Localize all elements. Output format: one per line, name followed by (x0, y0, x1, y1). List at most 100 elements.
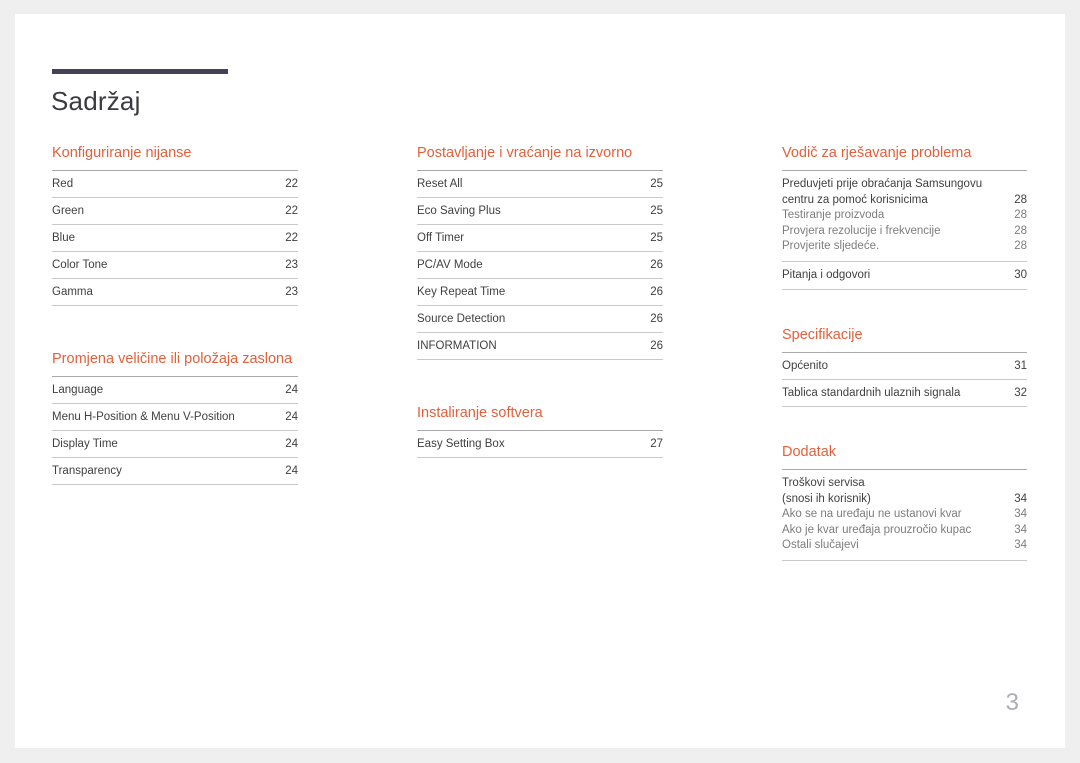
toc-subentry-row[interactable]: Provjerite sljedeće. 28 (782, 239, 1027, 255)
toc-entry-group[interactable]: Pitanja i odgovori 30 (782, 262, 1027, 290)
toc-entry-page: 24 (285, 384, 298, 396)
toc-entry-label: Eco Saving Plus (417, 205, 501, 217)
toc-entry-label: centru za pomoć korisnicima (782, 193, 928, 206)
toc-entry-label: Color Tone (52, 259, 108, 271)
title-accent-bar (52, 69, 228, 74)
toc-entry-label: Blue (52, 232, 76, 244)
toc-entry-page: 26 (650, 286, 663, 298)
toc-entry-page: 25 (650, 178, 663, 190)
toc-section-instaliranje-softvera: Instaliranje softvera Easy Setting Box 2… (417, 404, 663, 458)
toc-entry[interactable]: Reset All 25 (417, 171, 663, 198)
toc-entry-label: Troškovi servisa (782, 477, 865, 489)
toc-entry-label: INFORMATION (417, 340, 497, 352)
toc-entry-page: 28 (1014, 240, 1027, 252)
section-entries: Troškovi servisa (snosi ih korisnik) 34 … (782, 469, 1027, 561)
toc-entry-label: Provjerite sljedeće. (782, 240, 880, 252)
toc-entry[interactable]: Off Timer 25 (417, 225, 663, 252)
toc-entry[interactable]: INFORMATION 26 (417, 333, 663, 360)
toc-entry[interactable]: Green 22 (52, 198, 298, 225)
toc-section-konfiguriranje-nijanse: Konfiguriranje nijanse Red 22 Green 22 B… (52, 144, 298, 306)
section-title: Vodič za rješavanje problema (782, 145, 972, 161)
toc-entry-page: 22 (285, 205, 298, 217)
toc-entry[interactable]: Gamma 23 (52, 279, 298, 306)
toc-entry-label: Off Timer (417, 232, 465, 244)
toc-entry-label: Tablica standardnih ulaznih signala (782, 387, 961, 399)
toc-entry[interactable]: Eco Saving Plus 25 (417, 198, 663, 225)
toc-entry[interactable]: Blue 22 (52, 225, 298, 252)
toc-entry-group[interactable]: Troškovi servisa (snosi ih korisnik) 34 … (782, 470, 1027, 561)
toc-entry-page: 34 (1014, 523, 1027, 536)
toc-entry-page: 24 (285, 438, 298, 450)
toc-entry[interactable]: Language 24 (52, 377, 298, 404)
toc-section-postavljanje-vracanje: Postavljanje i vraćanje na izvorno Reset… (417, 144, 663, 360)
toc-entry[interactable]: Red 22 (52, 171, 298, 198)
toc-entry-page: 30 (1014, 268, 1027, 281)
toc-subentry-row[interactable]: Ostali slučajevi 34 (782, 538, 1027, 554)
toc-entry-page: 25 (650, 205, 663, 217)
toc-subentry-row[interactable]: Testiranje proizvoda 28 (782, 208, 1027, 224)
toc-entry-page: 34 (1014, 508, 1027, 520)
section-title: Promjena veličine ili položaja zaslona (52, 351, 293, 367)
toc-subentry-row[interactable]: Ako se na uređaju ne ustanovi kvar 34 (782, 507, 1027, 523)
toc-entry-label: Gamma (52, 286, 93, 298)
toc-entry-label: Display Time (52, 438, 118, 450)
toc-entry-label: Testiranje proizvoda (782, 209, 885, 221)
toc-section-promjena-velicine: Promjena veličine ili položaja zaslona L… (52, 350, 298, 485)
section-title: Specifikacije (782, 327, 863, 343)
toc-entry-group[interactable]: Preduvjeti prije obraćanja Samsungovu ce… (782, 171, 1027, 262)
section-title: Konfiguriranje nijanse (52, 145, 192, 161)
toc-entry-row: Troškovi servisa (782, 476, 1027, 492)
toc-entry[interactable]: Menu H-Position & Menu V-Position 24 (52, 404, 298, 431)
toc-subentry-row[interactable]: Provjera rezolucije i frekvencije 28 (782, 224, 1027, 240)
toc-entry-page: 34 (1014, 539, 1027, 551)
toc-entry[interactable]: Tablica standardnih ulaznih signala 32 (782, 380, 1027, 407)
toc-section-specifikacije: Specifikacije Općenito 31 Tablica standa… (782, 326, 1027, 407)
toc-entry-label: (snosi ih korisnik) (782, 492, 871, 505)
toc-entry-label: Green (52, 205, 84, 217)
toc-entry-label: Preduvjeti prije obraćanja Samsungovu (782, 178, 983, 190)
toc-subentry-row[interactable]: Ako je kvar uređaja prouzročio kupac 34 (782, 523, 1027, 539)
section-title: Instaliranje softvera (417, 405, 543, 421)
toc-section-vodic-rjesavanje-problema: Vodič za rješavanje problema Preduvjeti … (782, 144, 1027, 290)
toc-entry-page: 23 (285, 259, 298, 271)
toc-column-2: Postavljanje i vraćanje na izvorno Reset… (417, 144, 663, 458)
section-entries: Općenito 31 Tablica standardnih ulaznih … (782, 352, 1027, 407)
toc-entry[interactable]: Source Detection 26 (417, 306, 663, 333)
toc-entry[interactable]: Color Tone 23 (52, 252, 298, 279)
toc-entry-page: 26 (650, 313, 663, 325)
toc-entry[interactable]: Key Repeat Time 26 (417, 279, 663, 306)
toc-entry[interactable]: Transparency 24 (52, 458, 298, 485)
toc-entry-page: 24 (285, 411, 298, 423)
toc-entry[interactable]: Easy Setting Box 27 (417, 431, 663, 458)
section-entries: Preduvjeti prije obraćanja Samsungovu ce… (782, 170, 1027, 290)
toc-entry-label: Provjera rezolucije i frekvencije (782, 224, 941, 237)
toc-section-dodatak: Dodatak Troškovi servisa (snosi ih koris… (782, 443, 1027, 561)
toc-entry-row: Preduvjeti prije obraćanja Samsungovu (782, 177, 1027, 193)
toc-entry-page: 22 (285, 232, 298, 244)
toc-entry-label: Ako je kvar uređaja prouzročio kupac (782, 523, 972, 536)
section-entries: Language 24 Menu H-Position & Menu V-Pos… (52, 376, 298, 485)
toc-entry[interactable]: Općenito 31 (782, 353, 1027, 380)
toc-entry-page: 23 (285, 286, 298, 298)
toc-entry-page: 28 (1014, 224, 1027, 237)
toc-entry-label: Language (52, 384, 104, 396)
section-entries: Easy Setting Box 27 (417, 430, 663, 458)
toc-column-1: Konfiguriranje nijanse Red 22 Green 22 B… (52, 144, 298, 485)
toc-entry[interactable]: PC/AV Mode 26 (417, 252, 663, 279)
toc-entry[interactable]: Display Time 24 (52, 431, 298, 458)
toc-entry-page: 26 (650, 340, 663, 352)
toc-entry-label: Transparency (52, 465, 122, 477)
document-page: Sadržaj Konfiguriranje nijanse Red 22 Gr… (15, 14, 1065, 748)
toc-entry-label: Menu H-Position & Menu V-Position (52, 411, 235, 423)
toc-entry-label: Easy Setting Box (417, 438, 505, 450)
toc-entry-label: Key Repeat Time (417, 286, 506, 298)
toc-entry-page: 25 (650, 232, 663, 244)
toc-entry-label: Source Detection (417, 313, 506, 325)
toc-entry-label: Ako se na uređaju ne ustanovi kvar (782, 508, 962, 520)
toc-entry-label: Općenito (782, 360, 829, 372)
toc-entry-page: 24 (285, 465, 298, 477)
toc-entry-page: 26 (650, 259, 663, 271)
